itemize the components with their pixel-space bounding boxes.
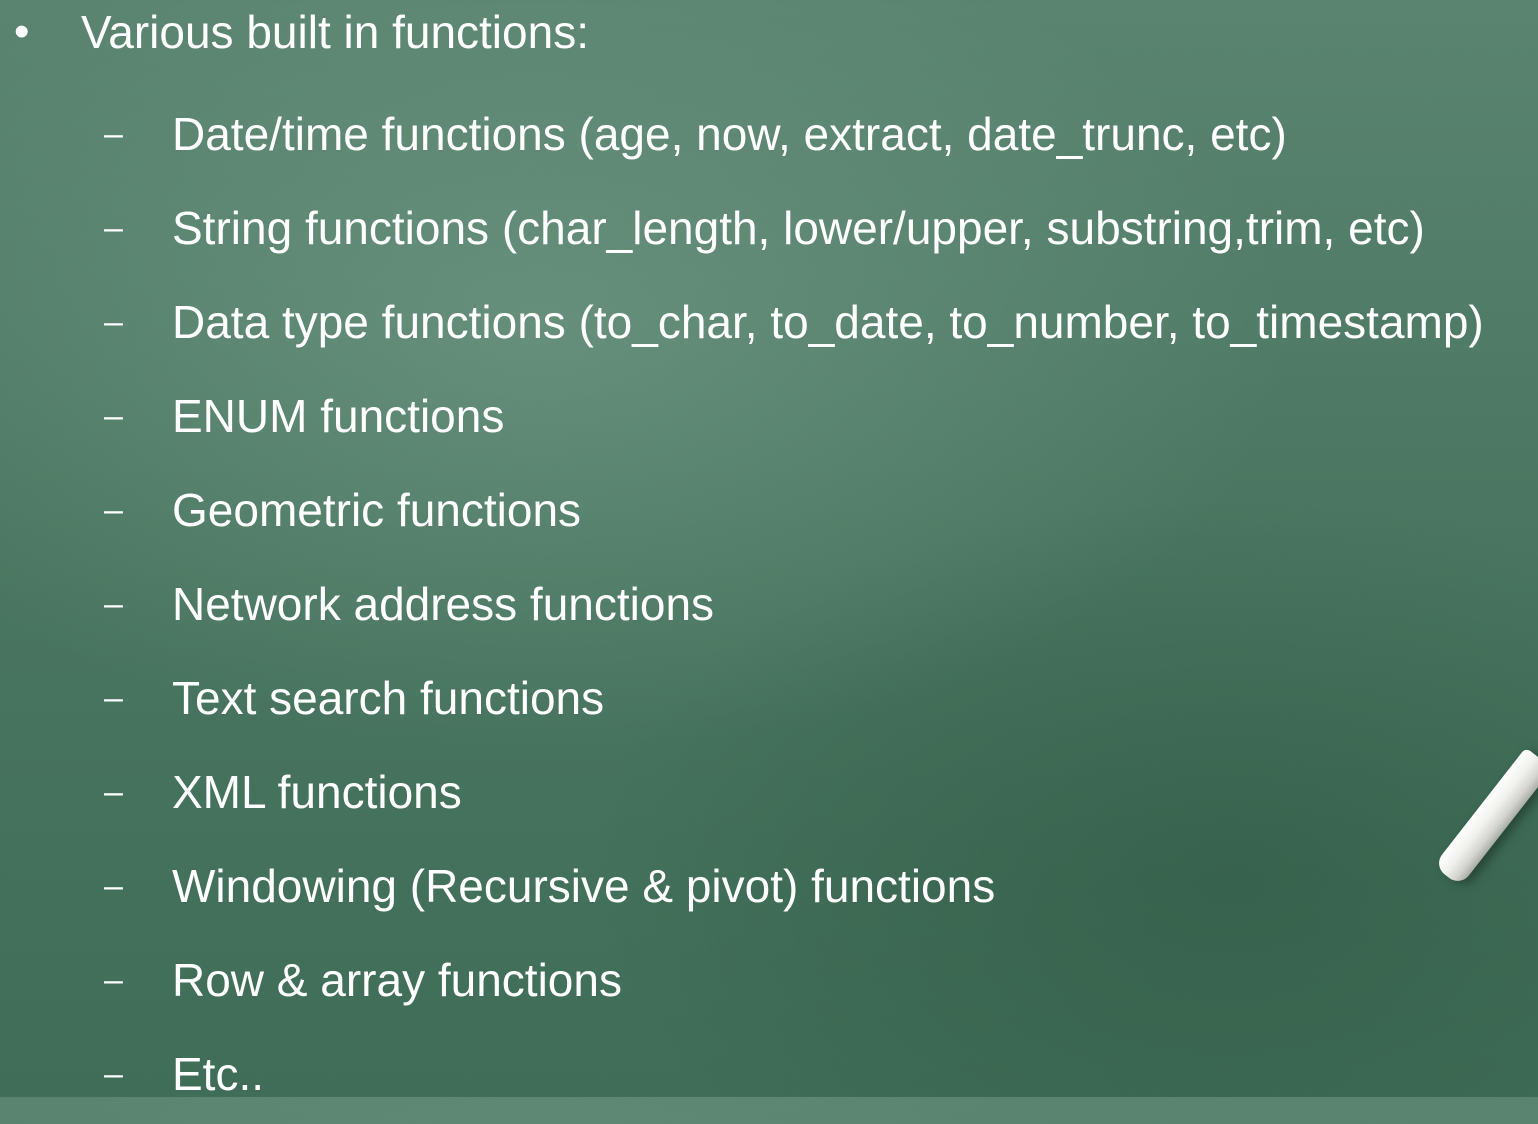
bullet-heading: Various built in functions: <box>81 6 589 58</box>
list-item: – ENUM functions <box>0 372 1538 466</box>
dash-icon: – <box>104 115 123 153</box>
dash-icon: – <box>104 585 123 623</box>
list-item: – Data type functions (to_char, to_date,… <box>0 278 1538 372</box>
list-item: – Row & array functions <box>0 936 1538 1030</box>
dash-icon: – <box>104 773 123 811</box>
list-item: – Etc.. <box>0 1030 1538 1124</box>
list-item-text: Geometric functions <box>172 484 582 536</box>
list-item-text: Windowing (Recursive & pivot) functions <box>172 860 996 912</box>
dash-icon: – <box>104 867 123 905</box>
slide: • Various built in functions: – Date/tim… <box>0 0 1538 1100</box>
dash-icon: – <box>104 679 123 717</box>
list-item: – String functions (char_length, lower/u… <box>0 184 1538 278</box>
list-item: – Date/time functions (age, now, extract… <box>0 90 1538 184</box>
list-item-text: ENUM functions <box>172 390 505 442</box>
dash-icon: – <box>104 1055 123 1093</box>
dash-icon: – <box>104 491 123 529</box>
list-item-text: Network address functions <box>172 578 715 630</box>
sub-bullet-list: – Date/time functions (age, now, extract… <box>0 90 1538 1124</box>
list-item-text: Etc.. <box>172 1048 265 1100</box>
list-item: – XML functions <box>0 748 1538 842</box>
list-item: – Text search functions <box>0 654 1538 748</box>
list-item-text: Date/time functions (age, now, extract, … <box>172 108 1287 160</box>
list-item: – Geometric functions <box>0 466 1538 560</box>
dash-icon: – <box>104 397 123 435</box>
dash-icon: – <box>104 209 123 247</box>
list-item-text: Row & array functions <box>172 954 622 1006</box>
list-item: – Windowing (Recursive & pivot) function… <box>0 842 1538 936</box>
list-item: – Network address functions <box>0 560 1538 654</box>
list-item-text: Text search functions <box>172 672 605 724</box>
bullet-dot-icon: • <box>14 7 30 56</box>
list-item-text: XML functions <box>172 766 462 818</box>
list-item-text: String functions (char_length, lower/upp… <box>172 202 1425 254</box>
list-item-text: Data type functions (to_char, to_date, t… <box>172 296 1484 348</box>
dash-icon: – <box>104 303 123 341</box>
dash-icon: – <box>104 961 123 999</box>
